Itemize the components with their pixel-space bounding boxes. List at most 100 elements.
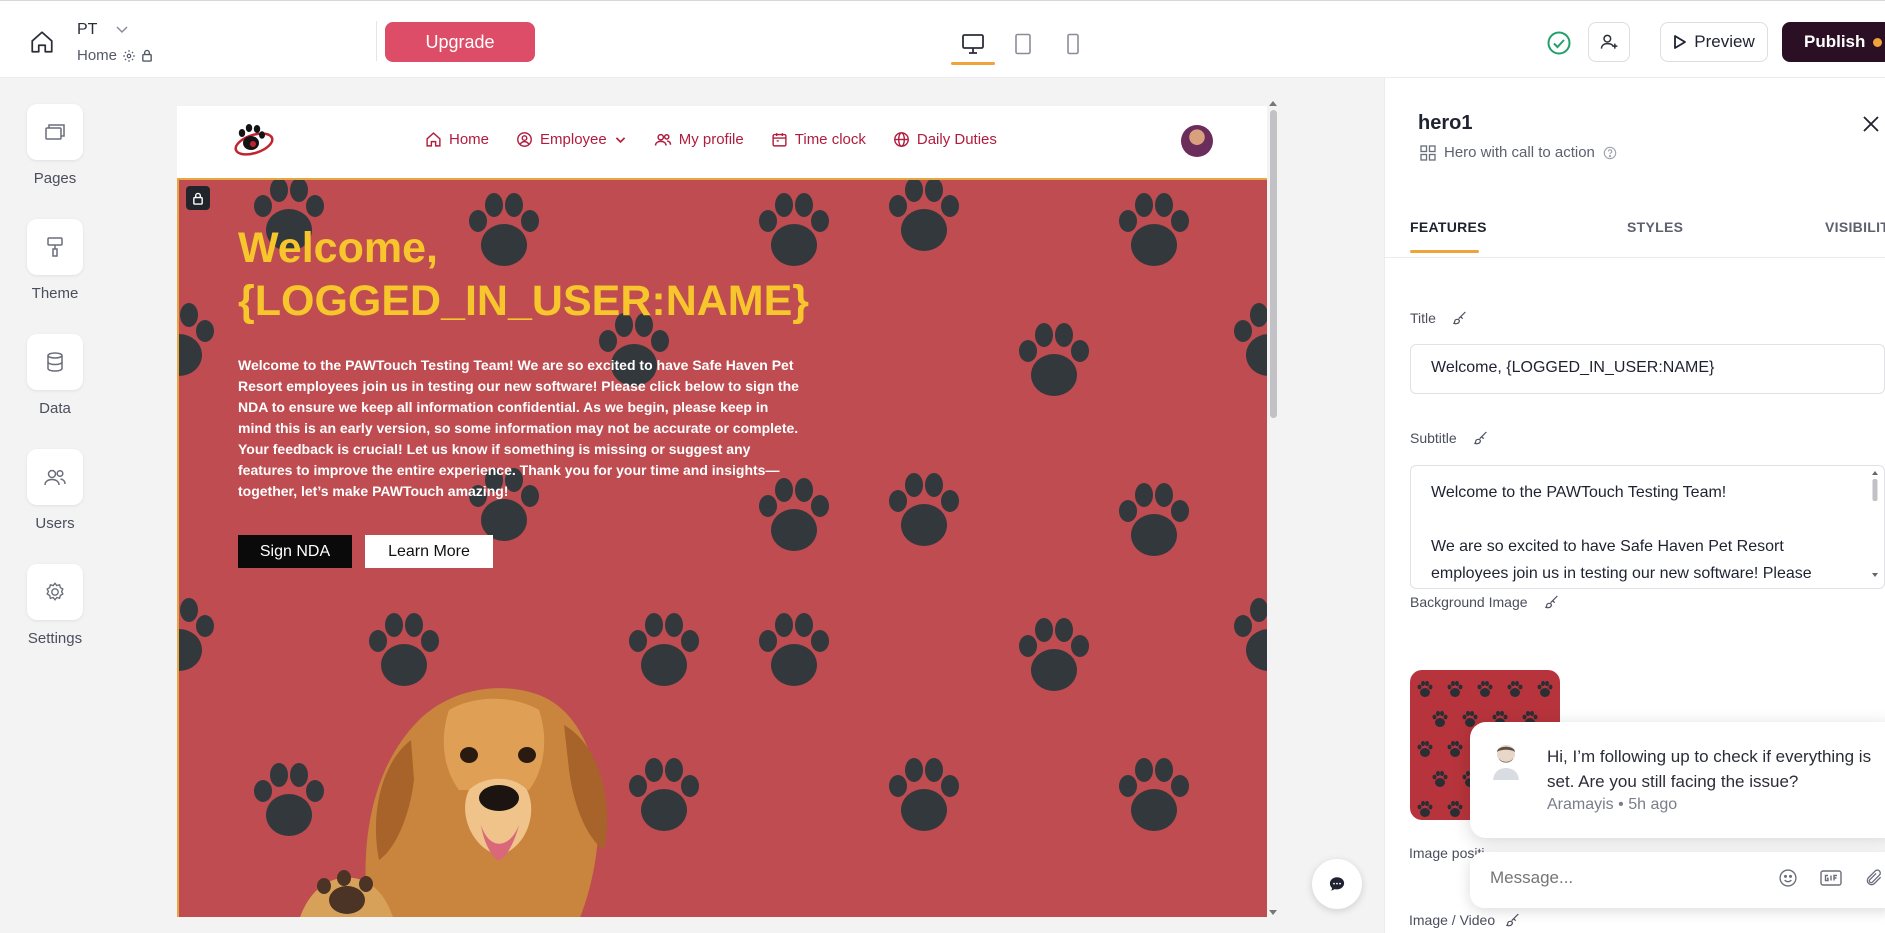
subtitle-line: Welcome to the PAWTouch Testing Team! bbox=[1431, 484, 1727, 501]
paperclip-icon[interactable] bbox=[1864, 868, 1884, 888]
golden-retriever-image bbox=[300, 688, 608, 917]
invite-user-button[interactable] bbox=[1588, 22, 1630, 62]
unpublished-dot bbox=[1873, 37, 1883, 47]
hero-section[interactable]: Welcome, {LOGGED_IN_USER:NAME} Welcome t… bbox=[177, 178, 1267, 917]
rail-label: Users bbox=[35, 515, 75, 532]
hero-subtitle: Welcome to the PAWTouch Testing Team! We… bbox=[238, 357, 799, 499]
rail-label: Settings bbox=[27, 630, 83, 647]
chat-author: Aramayis bbox=[1547, 796, 1614, 813]
play-icon bbox=[1674, 35, 1687, 49]
users-button[interactable] bbox=[27, 449, 83, 505]
publish-label: Publish bbox=[1804, 32, 1866, 51]
rail-label: Data bbox=[39, 400, 71, 417]
title-input[interactable]: Welcome, {LOGGED_IN_USER:NAME} bbox=[1410, 344, 1885, 394]
learn-more-button[interactable]: Learn More bbox=[365, 535, 493, 568]
site-navbar[interactable]: Home Employee My profile Time clock Dail… bbox=[177, 106, 1267, 178]
paint-roller-icon bbox=[47, 237, 63, 257]
pages-icon bbox=[45, 124, 65, 140]
tab-styles[interactable]: STYLES bbox=[1627, 219, 1683, 235]
page-canvas[interactable]: Home Employee My profile Time clock Dail… bbox=[177, 106, 1267, 917]
title-style-button[interactable] bbox=[1446, 304, 1474, 332]
user-plus-icon bbox=[1600, 34, 1618, 49]
data-button[interactable] bbox=[27, 334, 83, 390]
emoji-icon[interactable] bbox=[1778, 868, 1798, 888]
subtitle-style-button[interactable] bbox=[1467, 424, 1495, 452]
tablet-icon bbox=[1015, 33, 1031, 55]
chat-bubble-icon bbox=[1329, 877, 1345, 891]
divider bbox=[376, 21, 377, 61]
rail-item-theme[interactable]: Theme bbox=[27, 219, 83, 302]
subtitle-label: Subtitle bbox=[1410, 430, 1457, 446]
gif-icon[interactable] bbox=[1820, 870, 1842, 886]
upgrade-button[interactable]: Upgrade bbox=[385, 22, 535, 62]
tab-visibility[interactable]: VISIBILIT bbox=[1825, 219, 1885, 235]
page-name: Home bbox=[77, 47, 118, 64]
sign-nda-button[interactable]: Sign NDA bbox=[238, 535, 352, 568]
nav-time-clock[interactable]: Time clock bbox=[771, 131, 866, 148]
user-circle-icon bbox=[517, 132, 532, 147]
hero-title: Welcome, {LOGGED_IN_USER:NAME} bbox=[238, 224, 810, 325]
nav-label: Employee bbox=[540, 131, 607, 148]
page-selector[interactable]: Home bbox=[77, 47, 153, 64]
chevron-down-icon[interactable] bbox=[114, 21, 130, 37]
nav-home[interactable]: Home bbox=[425, 131, 489, 148]
nav-daily-duties[interactable]: Daily Duties bbox=[893, 131, 997, 148]
bg-image-field-label: Background Image bbox=[1410, 588, 1566, 616]
help-icon[interactable] bbox=[1603, 146, 1617, 160]
chevron-down-icon bbox=[615, 137, 625, 144]
component-name: hero1 bbox=[1418, 112, 1473, 134]
rail-item-users[interactable]: Users bbox=[27, 449, 83, 532]
site-name[interactable]: PT bbox=[77, 21, 97, 39]
preview-button[interactable]: Preview bbox=[1660, 22, 1768, 62]
chat-message-text: Hi, I’m following up to check if everyth… bbox=[1547, 747, 1872, 791]
title-field-label: Title bbox=[1410, 304, 1474, 332]
top-bar: PT Home Upgrade Preview Publish bbox=[0, 0, 1885, 78]
rail-item-data[interactable]: Data bbox=[27, 334, 83, 417]
message-composer[interactable] bbox=[1470, 852, 1885, 908]
paw-logo[interactable] bbox=[231, 122, 277, 158]
brush-icon bbox=[1473, 431, 1487, 445]
canvas-scroll-thumb[interactable] bbox=[1270, 110, 1277, 418]
settings-button[interactable] bbox=[27, 564, 83, 620]
desktop-view-button[interactable] bbox=[951, 27, 995, 65]
nav-employee[interactable]: Employee bbox=[516, 131, 627, 148]
chat-button[interactable] bbox=[1312, 859, 1362, 909]
lock-badge[interactable] bbox=[186, 186, 210, 210]
textarea-scrollbar[interactable] bbox=[1871, 469, 1879, 587]
nav-my-profile[interactable]: My profile bbox=[654, 131, 744, 148]
users-icon bbox=[654, 133, 671, 146]
subtitle-textarea[interactable]: Welcome to the PAWTouch Testing Team! We… bbox=[1410, 465, 1885, 589]
globe-icon bbox=[893, 132, 909, 147]
chat-message-popup[interactable]: Hi, I’m following up to check if everyth… bbox=[1470, 722, 1885, 838]
image-video-field-label: Image / Video bbox=[1409, 912, 1521, 928]
site-nav-links: Home Employee My profile Time clock Dail… bbox=[425, 131, 1024, 148]
subtitle-line: We are so excited to have Safe Haven Pet… bbox=[1431, 538, 1812, 582]
nav-label: Time clock bbox=[794, 131, 866, 148]
saved-check-icon bbox=[1547, 31, 1571, 55]
brush-icon[interactable] bbox=[1505, 912, 1521, 928]
close-icon[interactable] bbox=[1859, 112, 1883, 136]
pages-button[interactable] bbox=[27, 104, 83, 160]
rail-item-settings[interactable]: Settings bbox=[27, 564, 83, 647]
gear-icon bbox=[123, 49, 135, 62]
agent-avatar bbox=[1493, 745, 1519, 780]
avatar[interactable] bbox=[1181, 125, 1213, 157]
brush-icon bbox=[1453, 311, 1466, 325]
grid-icon bbox=[1420, 144, 1436, 161]
theme-button[interactable] bbox=[27, 219, 83, 275]
desktop-icon bbox=[962, 34, 984, 54]
tab-features[interactable]: FEATURES bbox=[1410, 219, 1487, 235]
nav-label: Daily Duties bbox=[916, 131, 997, 148]
tablet-view-button[interactable] bbox=[1005, 27, 1041, 61]
database-icon bbox=[47, 352, 63, 372]
home-button[interactable] bbox=[26, 27, 58, 57]
publish-button[interactable]: Publish bbox=[1782, 22, 1885, 62]
preview-label: Preview bbox=[1694, 32, 1755, 51]
chat-meta: Aramayis • 5h ago bbox=[1547, 796, 1677, 814]
message-input[interactable] bbox=[1490, 868, 1750, 888]
bg-image-style-button[interactable] bbox=[1538, 588, 1566, 616]
rail-item-pages[interactable]: Pages bbox=[27, 104, 83, 187]
component-type: Hero with call to action bbox=[1420, 144, 1617, 161]
chat-time: 5h ago bbox=[1628, 796, 1678, 813]
mobile-view-button[interactable] bbox=[1055, 27, 1091, 61]
